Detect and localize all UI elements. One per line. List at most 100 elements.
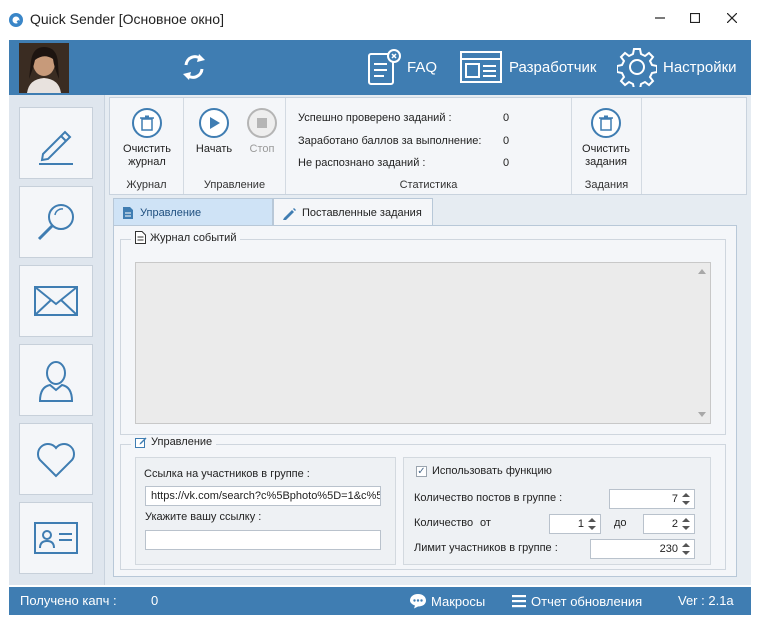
trash-icon (599, 115, 613, 131)
title-bar: Quick Sender [Основное окно] (0, 0, 759, 40)
search-icon (37, 204, 74, 241)
avatar[interactable] (19, 43, 69, 93)
control-panel-title-text: Управление (151, 436, 213, 448)
ribbon-group-stats: Успешно проверено заданий : 0 Заработано… (286, 98, 572, 194)
developer-window-icon (460, 51, 502, 83)
ribbon-caption-control: Управление (203, 179, 266, 191)
function-settings-panel: ✓ Использовать функцию Количество постов… (403, 457, 711, 565)
list-lines-icon (512, 595, 526, 608)
captcha-counter-label: Получено капч : (20, 593, 117, 608)
minimize-icon (655, 17, 665, 19)
close-button[interactable] (712, 0, 752, 36)
status-bar: Получено капч : 0 Макросы Отчет обновлен… (9, 587, 751, 615)
gear-icon (617, 48, 657, 87)
refresh-icon[interactable] (177, 50, 211, 84)
ribbon-group-control: Начать Стоп Управление (184, 98, 286, 194)
settings-button[interactable]: Настройки (617, 48, 737, 87)
from-label: от (480, 517, 491, 529)
app-logo-icon (9, 13, 23, 27)
minimize-button[interactable] (640, 0, 680, 36)
sidebar-item-compose[interactable] (19, 107, 93, 179)
count-to-value: 2 (671, 518, 678, 530)
pencil-icon (283, 207, 296, 220)
custom-link-input[interactable] (145, 530, 381, 550)
maximize-button[interactable] (675, 0, 715, 36)
ribbon-group-log: Очистить журнал Журнал (110, 98, 184, 194)
scroll-up-arrow-icon[interactable] (698, 269, 706, 274)
clear-log-button[interactable]: Очистить журнал (117, 108, 177, 169)
stat-unrecognized-tasks: Не распознано заданий : 0 (298, 157, 509, 169)
ribbon: Очистить журнал Журнал Начать Стоп Управ… (109, 97, 747, 195)
macros-button[interactable]: Макросы (409, 593, 485, 609)
scroll-down-arrow-icon[interactable] (698, 412, 706, 417)
event-log-textarea[interactable] (135, 262, 711, 424)
count-from-value: 1 (577, 518, 584, 530)
captcha-counter-value: 0 (151, 593, 159, 608)
stat-value: 0 (503, 157, 510, 169)
ribbon-group-tasks: Очистить задания Задания (572, 98, 642, 194)
sidebar-item-profile-card[interactable] (19, 502, 93, 574)
custom-link-label: Укажите вашу ссылку : (145, 511, 262, 523)
ribbon-caption-log: Журнал (126, 179, 167, 191)
clear-tasks-button[interactable]: Очистить задания (576, 108, 636, 169)
control-panel-group: Управление Ссылка на участников в группе… (120, 436, 726, 570)
stat-earned-points: Заработано баллов за выполнение: 0 (298, 135, 509, 147)
maximize-icon (690, 13, 700, 23)
tab-assigned-label: Поставленные задания (302, 206, 422, 219)
sidebar-item-messages[interactable] (19, 265, 93, 337)
member-limit-stepper[interactable]: 230 (590, 539, 695, 559)
posts-count-value: 7 (671, 493, 678, 505)
event-log-group: Журнал событий (120, 231, 726, 435)
use-function-checkbox[interactable]: ✓ (416, 466, 427, 477)
count-label: Количество (414, 517, 474, 529)
count-to-stepper[interactable]: 2 (643, 514, 695, 534)
document-icon (123, 206, 133, 219)
update-report-label: Отчет обновления (531, 593, 643, 609)
ribbon-caption-tasks: Задания (584, 179, 629, 191)
edit-icon (135, 437, 147, 448)
stepper-arrows-icon[interactable] (681, 517, 691, 531)
developer-button[interactable]: Разработчик (459, 48, 596, 86)
sidebar-item-search[interactable] (19, 186, 93, 258)
event-log-title: Журнал событий (131, 231, 241, 244)
stat-value: 0 (503, 135, 510, 147)
stat-value: 0 (503, 112, 510, 124)
tab-assigned-tasks[interactable]: Поставленные задания (273, 198, 433, 226)
count-from-stepper[interactable]: 1 (549, 514, 601, 534)
play-icon (210, 117, 220, 129)
main-area: Очистить журнал Журнал Начать Стоп Управ… (105, 95, 751, 585)
chat-bubble-icon (410, 594, 426, 609)
settings-label: Настройки (663, 58, 737, 76)
stop-icon (257, 118, 267, 128)
stop-button[interactable]: Стоп (232, 108, 292, 156)
posts-count-stepper[interactable]: 7 (609, 489, 695, 509)
group-link-label: Ссылка на участников в группе : (144, 468, 310, 480)
clear-log-label: Очистить журнал (123, 143, 171, 168)
trash-icon (140, 115, 154, 131)
tab-control-label: Управление (140, 206, 202, 219)
heart-icon (37, 443, 75, 478)
clear-tasks-label: Очистить задания (582, 143, 630, 168)
start-label: Начать (195, 143, 233, 155)
stepper-arrows-icon[interactable] (587, 517, 597, 531)
log-document-icon (135, 231, 146, 244)
version-label: Ver : 2.1a (678, 593, 734, 608)
stat-checked-tasks: Успешно проверено заданий : 0 (298, 112, 509, 124)
developer-label: Разработчик (509, 58, 597, 76)
member-limit-label: Лимит участников в группе : (414, 542, 558, 554)
sidebar-item-users[interactable] (19, 344, 93, 416)
app-header: FAQ Разработчик Настройки (9, 40, 751, 95)
faq-document-icon (368, 49, 401, 85)
tab-content: Журнал событий Управление Ссылка на учас… (113, 225, 737, 577)
faq-label: FAQ (407, 58, 438, 76)
faq-button[interactable]: FAQ (367, 48, 437, 86)
stepper-arrows-icon[interactable] (681, 492, 691, 506)
link-settings-panel: Ссылка на участников в группе : https://… (135, 457, 396, 565)
sidebar-item-likes[interactable] (19, 423, 93, 495)
tab-control[interactable]: Управление (113, 198, 273, 226)
update-report-button[interactable]: Отчет обновления (511, 593, 642, 609)
stop-label: Стоп (249, 143, 275, 155)
stepper-arrows-icon[interactable] (681, 542, 691, 556)
stat-label: Не распознано заданий : (298, 157, 426, 169)
group-link-input[interactable]: https://vk.com/search?c%5Bphoto%5D=1&c%5… (145, 486, 381, 506)
